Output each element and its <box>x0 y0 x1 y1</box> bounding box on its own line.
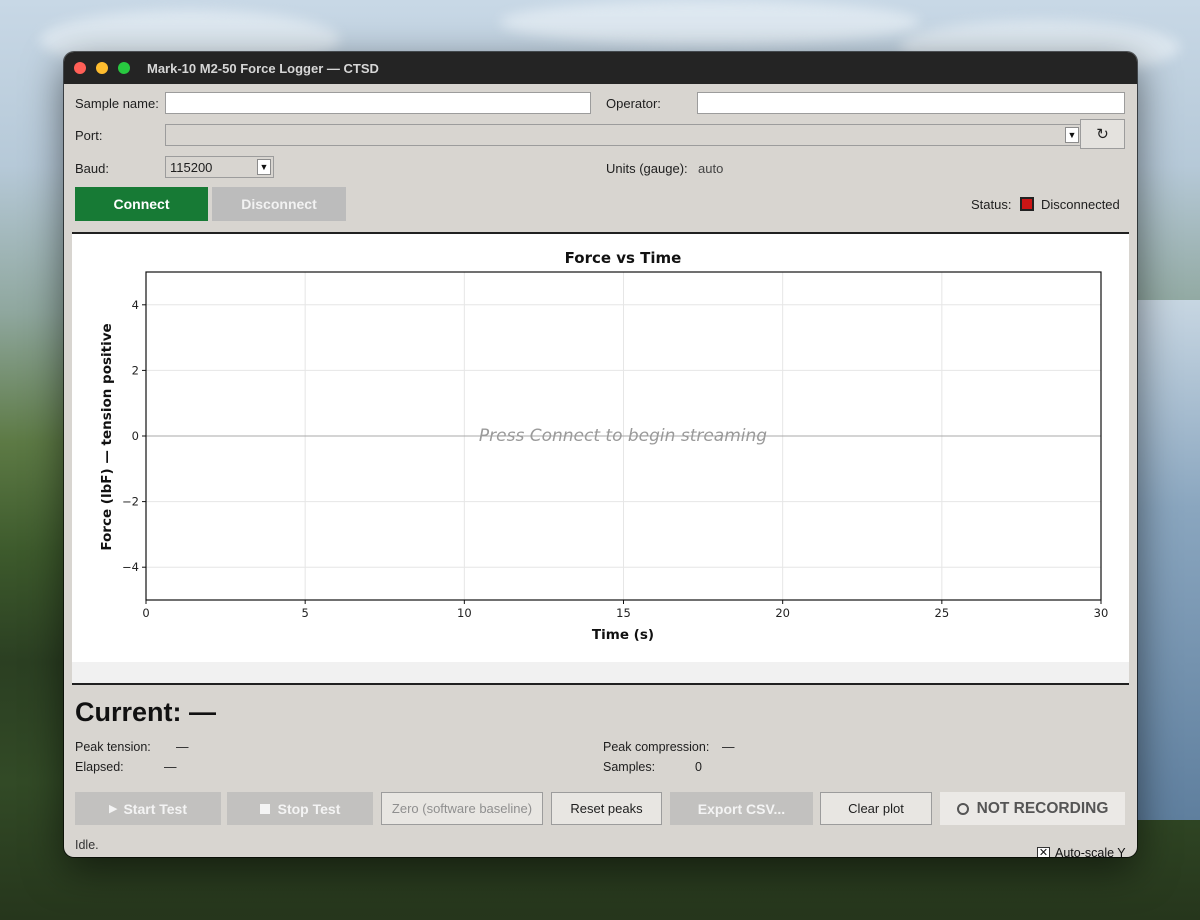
y-tick-label: 2 <box>132 363 139 377</box>
operator-label: Operator: <box>606 96 661 111</box>
y-tick-label: 0 <box>132 429 139 443</box>
x-axis-ticks: 0 5 10 15 20 25 30 <box>142 600 1108 620</box>
title-bar: Mark-10 M2-50 Force Logger — CTSD <box>64 52 1137 84</box>
x-tick-label: 0 <box>142 606 149 620</box>
sample-name-input[interactable] <box>165 92 591 114</box>
status-indicator-icon <box>1020 197 1034 211</box>
samples-label: Samples: <box>603 760 656 774</box>
recording-indicator: NOT RECORDING <box>940 792 1125 825</box>
y-tick-label: 4 <box>132 298 139 312</box>
start-test-button[interactable]: ▶ Start Test <box>75 792 221 825</box>
connect-button[interactable]: Connect <box>75 187 208 221</box>
x-tick-label: 20 <box>775 606 790 620</box>
start-test-label: Start Test <box>123 800 187 817</box>
status-value: Disconnected <box>1041 197 1120 212</box>
y-axis-ticks: −4 −2 0 2 4 <box>122 298 146 574</box>
chevron-down-icon[interactable]: ▼ <box>257 159 271 175</box>
elapsed-label: Elapsed: <box>75 760 124 774</box>
checkbox-box[interactable]: ✕ <box>1037 846 1050 857</box>
window-title: Mark-10 M2-50 Force Logger — CTSD <box>147 61 379 76</box>
close-window-button[interactable] <box>74 62 86 74</box>
recording-label: NOT RECORDING <box>976 799 1109 817</box>
autoscale-checkbox[interactable]: ✕ Auto-scale Y <box>1037 846 1126 857</box>
refresh-icon: ↻ <box>1096 126 1109 143</box>
plot-canvas[interactable]: 0 5 10 15 20 25 30 −4 −2 0 2 4 Force vs Time Time … <box>72 234 1129 662</box>
reset-peaks-button[interactable]: Reset peaks <box>551 792 662 825</box>
x-tick-label: 25 <box>935 606 950 620</box>
stop-icon <box>259 803 270 814</box>
zero-baseline-button[interactable]: Zero (software baseline) <box>381 792 543 825</box>
stop-test-button[interactable]: Stop Test <box>227 792 373 825</box>
current-readout: Current: — <box>75 697 216 728</box>
baud-select[interactable]: 115200 ▼ <box>165 156 274 178</box>
peak-tension-value: — <box>176 740 189 754</box>
app-window: Mark-10 M2-50 Force Logger — CTSD Sample… <box>64 52 1137 857</box>
sample-name-label: Sample name: <box>75 96 159 111</box>
stop-test-label: Stop Test <box>277 800 341 817</box>
disconnect-button[interactable]: Disconnect <box>212 187 346 221</box>
peak-compression-label: Peak compression: <box>603 740 710 754</box>
wallpaper-cloud <box>500 0 920 45</box>
peak-compression-value: — <box>722 740 735 754</box>
x-tick-label: 15 <box>616 606 631 620</box>
baud-label: Baud: <box>75 161 109 176</box>
samples-value: 0 <box>695 760 702 774</box>
plot-placeholder: Press Connect to begin streaming <box>479 426 767 446</box>
chevron-down-icon[interactable]: ▼ <box>1065 127 1079 143</box>
play-icon: ▶ <box>108 803 118 815</box>
export-csv-button[interactable]: Export CSV... <box>670 792 813 825</box>
baud-select-value: 115200 <box>170 160 213 175</box>
y-axis-label: Force (lbF) — tension positive <box>99 323 115 550</box>
x-tick-label: 30 <box>1094 606 1109 620</box>
status-label: Status: <box>971 197 1012 212</box>
refresh-ports-button[interactable]: ↻ <box>1080 119 1125 149</box>
x-axis-label: Time (s) <box>592 627 654 643</box>
record-ring-icon <box>956 802 969 815</box>
y-tick-label: −2 <box>122 495 139 509</box>
chart-title: Force vs Time <box>565 249 682 267</box>
port-select[interactable]: ▼ <box>165 124 1082 146</box>
y-tick-label: −4 <box>122 560 139 574</box>
current-label: Current: <box>75 697 182 727</box>
x-tick-label: 10 <box>457 606 472 620</box>
x-tick-label: 5 <box>302 606 309 620</box>
force-time-chart: 0 5 10 15 20 25 30 −4 −2 0 2 4 Force vs Time Time … <box>99 249 1108 643</box>
autoscale-label: Auto-scale Y <box>1055 846 1126 857</box>
port-label: Port: <box>75 128 103 143</box>
operator-input[interactable] <box>697 92 1125 114</box>
status-bar-text: Idle. <box>75 838 99 852</box>
elapsed-value: — <box>164 760 177 774</box>
plot-panel: 0 5 10 15 20 25 30 −4 −2 0 2 4 Force vs Time Time … <box>72 232 1129 857</box>
current-value: — <box>189 697 217 727</box>
clear-plot-button[interactable]: Clear plot <box>820 792 932 825</box>
peak-tension-label: Peak tension: <box>75 740 151 754</box>
zoom-window-button[interactable] <box>118 62 130 74</box>
units-value: auto <box>698 161 724 176</box>
units-label: Units (gauge): <box>606 161 688 176</box>
minimize-window-button[interactable] <box>96 62 108 74</box>
